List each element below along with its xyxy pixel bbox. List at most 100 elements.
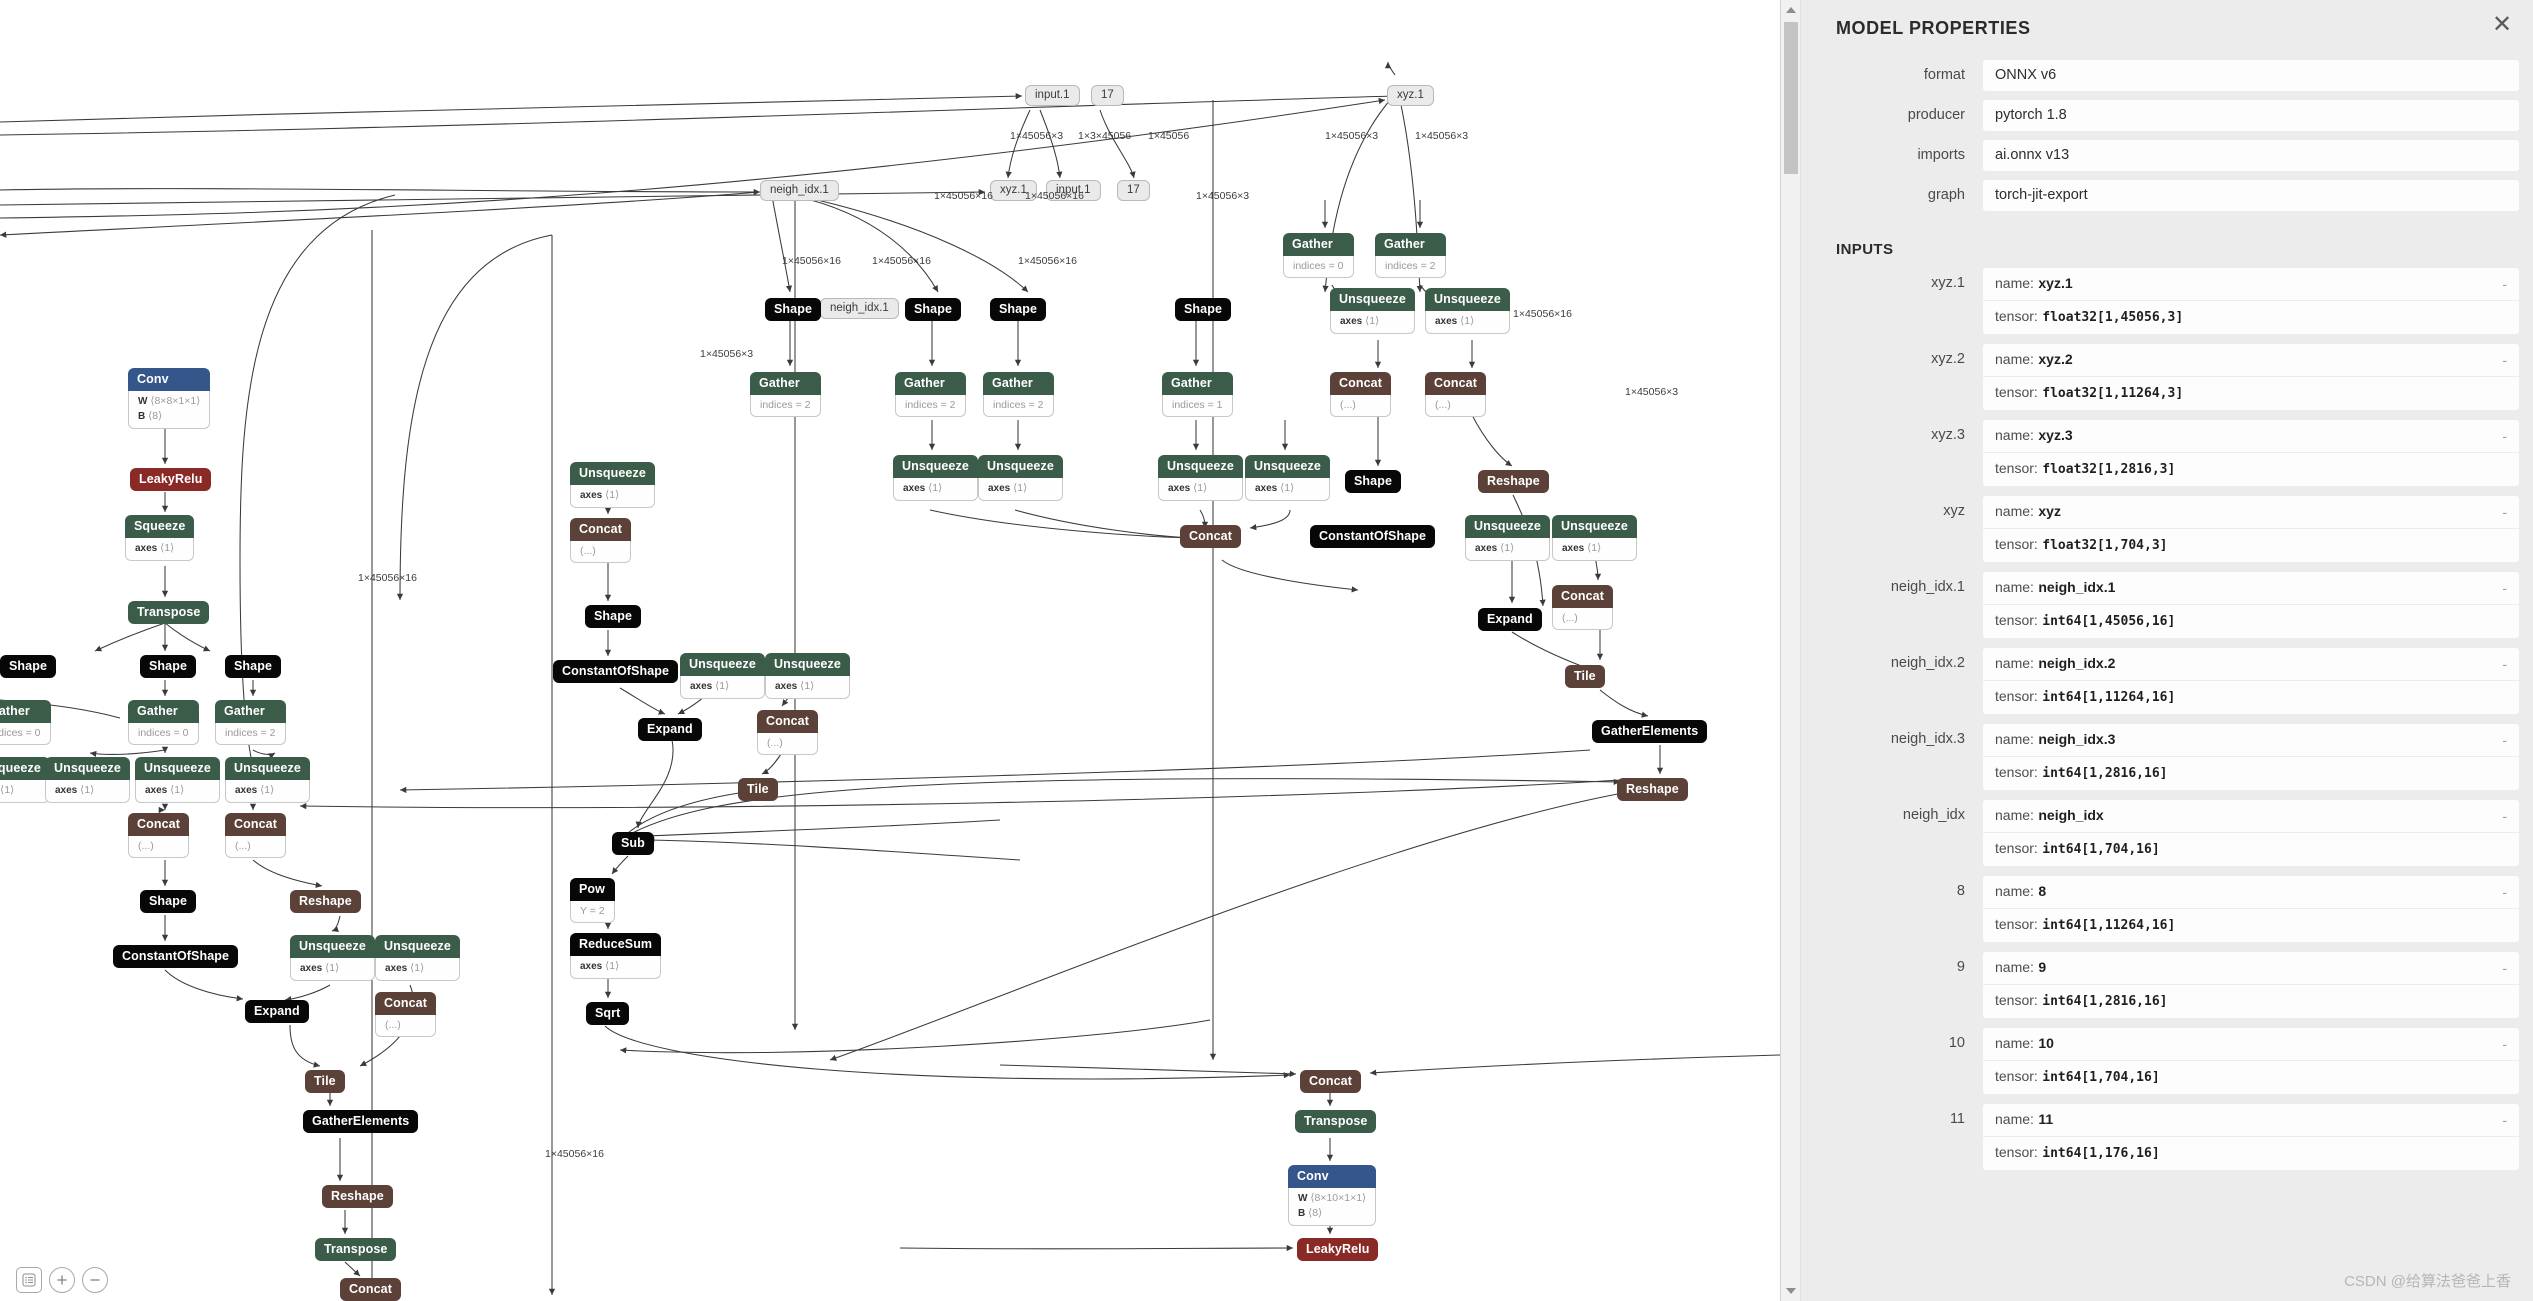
close-icon[interactable]: ✕ <box>2485 8 2519 42</box>
graph-op-node[interactable]: ReduceSum axes ⟨1⟩ <box>570 933 662 979</box>
graph-op-node[interactable]: LeakyRelu <box>130 468 212 491</box>
graph-op-node[interactable]: Shape <box>905 298 962 321</box>
graph-op-node[interactable]: Unsqueeze axes ⟨1⟩ <box>893 455 978 501</box>
input-card[interactable]: name: xyz.1 - tensor: float32[1,45056,3] <box>1983 268 2519 334</box>
graph-op-node[interactable]: Reshape <box>1617 778 1688 801</box>
graph-op-node[interactable]: Expand <box>245 1000 309 1023</box>
graph-op-node[interactable]: Gather indices = 2 <box>983 372 1054 418</box>
zoom-in-icon[interactable] <box>49 1267 75 1293</box>
graph-op-node[interactable]: Squeeze axes ⟨1⟩ <box>125 515 195 561</box>
graph-op-node[interactable]: Concat (...) <box>1425 372 1486 418</box>
graph-op-node[interactable]: Gather indices = 0 <box>1283 233 1354 279</box>
graph-op-node[interactable]: Transpose <box>315 1238 397 1261</box>
graph-op-node[interactable]: Reshape <box>290 890 361 913</box>
graph-op-node[interactable]: Pow Y = 2 <box>570 878 615 924</box>
input-card[interactable]: name: 9 - tensor: int64[1,2816,16] <box>1983 952 2519 1018</box>
zoom-out-icon[interactable] <box>82 1267 108 1293</box>
graph-io-node[interactable]: neigh_idx.1 <box>820 298 899 319</box>
graph-op-node[interactable]: Concat (...) <box>225 813 286 859</box>
graph-op-node[interactable]: GatherElements <box>303 1110 419 1133</box>
graph-op-node[interactable]: Shape <box>0 655 57 678</box>
graph-op-node[interactable]: Concat (...) <box>128 813 189 859</box>
graph-op-node[interactable]: Gather indices = 2 <box>215 700 286 746</box>
graph-op-node[interactable]: Tile <box>305 1070 345 1093</box>
property-value[interactable]: ai.onnx v13 <box>1983 140 2519 171</box>
graph-op-node[interactable]: Concat <box>340 1278 401 1301</box>
property-value[interactable]: pytorch 1.8 <box>1983 100 2519 131</box>
property-value[interactable]: torch-jit-export <box>1983 180 2519 211</box>
graph-io-node[interactable]: input.1 <box>1025 85 1080 106</box>
scroll-up-arrow-icon[interactable] <box>1786 7 1796 13</box>
graph-op-node[interactable]: Unsqueeze axes ⟨1⟩ <box>978 455 1063 501</box>
graph-op-node[interactable]: Concat <box>1300 1070 1361 1093</box>
graph-io-node[interactable]: xyz.1 <box>1387 85 1434 106</box>
graph-op-node[interactable]: Unsqueeze axes ⟨1⟩ <box>1158 455 1243 501</box>
graph-op-node[interactable]: Unsqueeze axes ⟨1⟩ <box>680 653 765 699</box>
graph-op-node[interactable]: Sqrt <box>586 1002 630 1025</box>
graph-op-node[interactable]: Reshape <box>1478 470 1549 493</box>
input-card[interactable]: name: xyz.3 - tensor: float32[1,2816,3] <box>1983 420 2519 486</box>
graph-op-node[interactable]: Unsqueeze axes ⟨1⟩ <box>135 757 220 803</box>
graph-op-node[interactable]: ConstantOfShape <box>1310 525 1436 548</box>
graph-op-node[interactable]: Unsqueeze axes ⟨1⟩ <box>1552 515 1637 561</box>
graph-op-node[interactable]: Gather indices = 1 <box>1162 372 1233 418</box>
graph-op-node[interactable]: Unsqueeze axes ⟨1⟩ <box>1245 455 1330 501</box>
scroll-down-arrow-icon[interactable] <box>1786 1288 1796 1294</box>
input-card[interactable]: name: neigh_idx.3 - tensor: int64[1,2816,1… <box>1983 724 2519 790</box>
graph-op-node[interactable]: Shape <box>585 605 642 628</box>
graph-op-node[interactable]: LeakyRelu <box>1297 1238 1379 1261</box>
graph-io-node[interactable]: 17 <box>1091 85 1124 106</box>
input-card[interactable]: name: 8 - tensor: int64[1,11264,16] <box>1983 876 2519 942</box>
graph-op-node[interactable]: Conv W ⟨8×10×1×1⟩ B ⟨8⟩ <box>1288 1165 1377 1226</box>
graph-op-node[interactable]: ConstantOfShape <box>113 945 239 968</box>
graph-op-node[interactable]: Expand <box>638 718 702 741</box>
graph-op-node[interactable]: Unsqueeze axes ⟨1⟩ <box>570 462 655 508</box>
input-card[interactable]: name: neigh_idx - tensor: int64[1,704,16] <box>1983 800 2519 866</box>
graph-op-node[interactable]: Shape <box>990 298 1047 321</box>
input-card[interactable]: name: 10 - tensor: int64[1,704,16] <box>1983 1028 2519 1094</box>
graph-op-node[interactable]: Concat (...) <box>1330 372 1391 418</box>
graph-op-node[interactable]: Unsqueeze axes ⟨1⟩ <box>375 935 460 981</box>
graph-op-node[interactable]: Unsqueeze axes ⟨1⟩ <box>0 757 50 803</box>
graph-op-node[interactable]: Unsqueeze axes ⟨1⟩ <box>1425 288 1510 334</box>
graph-op-node[interactable]: Concat <box>1180 525 1241 548</box>
graph-op-node[interactable]: Shape <box>1175 298 1232 321</box>
input-card[interactable]: name: neigh_idx.1 - tensor: int64[1,45056,… <box>1983 572 2519 638</box>
graph-op-node[interactable]: ConstantOfShape <box>553 660 679 683</box>
graph-op-node[interactable]: Unsqueeze axes ⟨1⟩ <box>1330 288 1415 334</box>
sidebar-scrollbar[interactable] <box>1781 0 1801 1301</box>
graph-op-node[interactable]: Concat (...) <box>375 992 436 1038</box>
graph-op-node[interactable]: Gather indices = 0 <box>128 700 199 746</box>
graph-op-node[interactable]: Gather indices = 2 <box>750 372 821 418</box>
graph-op-node[interactable]: Conv W ⟨8×8×1×1⟩ B ⟨8⟩ <box>128 368 211 429</box>
scrollbar-thumb[interactable] <box>1784 22 1798 174</box>
properties-icon[interactable] <box>16 1267 42 1293</box>
graph-op-node[interactable]: Reshape <box>322 1185 393 1208</box>
graph-op-node[interactable]: Tile <box>738 778 778 801</box>
graph-op-node[interactable]: Unsqueeze axes ⟨1⟩ <box>290 935 375 981</box>
graph-toolbar[interactable] <box>16 1267 108 1293</box>
graph-op-node[interactable]: Unsqueeze axes ⟨1⟩ <box>765 653 850 699</box>
graph-op-node[interactable]: Concat (...) <box>757 710 818 756</box>
graph-op-node[interactable]: Unsqueeze axes ⟨1⟩ <box>45 757 130 803</box>
graph-op-node[interactable]: Shape <box>140 655 197 678</box>
input-card[interactable]: name: 11 - tensor: int64[1,176,16] <box>1983 1104 2519 1170</box>
graph-canvas[interactable]: input.1 17 xyz.1 neigh_idx.1 xyz.1 input.1 17 n… <box>0 0 1780 1301</box>
graph-op-node[interactable]: Unsqueeze axes ⟨1⟩ <box>1465 515 1550 561</box>
graph-io-node[interactable]: neigh_idx.1 <box>760 180 839 201</box>
graph-op-node[interactable]: GatherElements <box>1592 720 1708 743</box>
graph-op-node[interactable]: Gather indices = 0 <box>0 700 51 746</box>
graph-op-node[interactable]: Shape <box>765 298 822 321</box>
graph-op-node[interactable]: Gather indices = 2 <box>1375 233 1446 279</box>
property-value[interactable]: ONNX v6 <box>1983 60 2519 91</box>
graph-op-node[interactable]: Shape <box>225 655 282 678</box>
graph-op-node[interactable]: Expand <box>1478 608 1542 631</box>
graph-op-node[interactable]: Unsqueeze axes ⟨1⟩ <box>225 757 310 803</box>
graph-io-node[interactable]: 17 <box>1117 180 1150 201</box>
graph-op-node[interactable]: Gather indices = 2 <box>895 372 966 418</box>
graph-op-node[interactable]: Shape <box>140 890 197 913</box>
graph-op-node[interactable]: Shape <box>1345 470 1402 493</box>
input-card[interactable]: name: xyz.2 - tensor: float32[1,11264,3] <box>1983 344 2519 410</box>
graph-op-node[interactable]: Concat (...) <box>570 518 631 564</box>
graph-op-node[interactable]: Tile <box>1565 665 1605 688</box>
